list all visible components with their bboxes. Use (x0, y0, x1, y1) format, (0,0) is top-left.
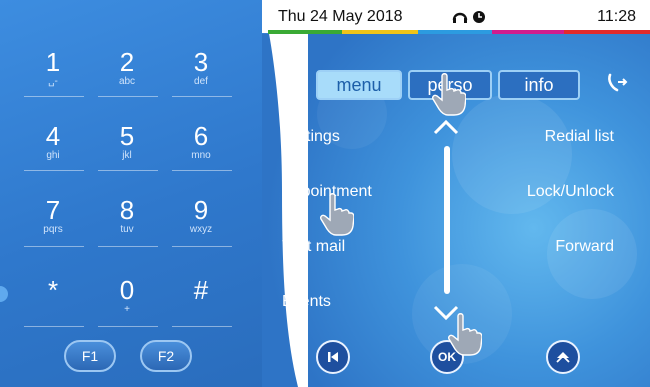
key-hash[interactable]: # (166, 276, 236, 326)
key-letters: def (194, 76, 208, 87)
side-indicator (0, 286, 8, 302)
home-button[interactable] (546, 340, 580, 374)
menu-item-lock-unlock[interactable]: Lock/Unlock (527, 183, 614, 201)
key-number: 9 (193, 195, 209, 225)
key-number: # (193, 275, 209, 305)
scroll-up-icon[interactable] (432, 118, 460, 136)
key-number: 2 (119, 47, 135, 77)
key-divider (24, 170, 84, 171)
status-color-segment (268, 30, 342, 34)
key-divider (172, 170, 232, 171)
skip-back-icon (328, 352, 338, 362)
touch-hand-icon (320, 193, 354, 236)
key-divider (98, 96, 158, 97)
f1-button[interactable]: F1 (64, 340, 116, 372)
key-divider (24, 326, 84, 327)
key-6[interactable]: 6 mno (166, 122, 236, 172)
back-button[interactable] (316, 340, 350, 374)
key-number: 4 (45, 121, 61, 151)
key-letters: + (124, 304, 130, 315)
key-number: 5 (119, 121, 135, 151)
status-color-segment (342, 30, 418, 34)
home-up-icon (556, 352, 570, 363)
key-2[interactable]: 2 abc (92, 48, 162, 98)
dial-keypad: 1 ␣- 2 abc 3 def 4 ghi 5 jkl 6 mno 7 pqr… (0, 0, 262, 387)
key-0[interactable]: 0 + (92, 276, 162, 326)
key-letters: ghi (46, 150, 60, 161)
key-9[interactable]: 9 wxyz (166, 196, 236, 246)
key-number: 0 (119, 275, 135, 305)
key-divider (172, 246, 232, 247)
key-8[interactable]: 8 tuv (92, 196, 162, 246)
key-number: 6 (193, 121, 209, 151)
key-letters: pqrs (43, 224, 63, 235)
key-number: 3 (193, 47, 209, 77)
status-color-segment (492, 30, 564, 34)
phone-screen: 1 ␣- 2 abc 3 def 4 ghi 5 jkl 6 mno 7 pqr… (0, 0, 650, 387)
touch-hand-icon (448, 313, 482, 356)
menu-item-text-mail[interactable]: Text mail (282, 238, 345, 256)
call-transfer-icon[interactable] (606, 72, 628, 94)
key-letters: wxyz (189, 224, 213, 235)
key-letters: jkl (122, 150, 132, 161)
touch-hand-icon (432, 73, 466, 116)
f2-button[interactable]: F2 (140, 340, 192, 372)
key-letters: ␣- (48, 76, 58, 87)
status-date: Thu 24 May 2018 (278, 8, 403, 25)
status-color-segment (564, 30, 650, 34)
key-5[interactable]: 5 jkl (92, 122, 162, 172)
status-icons (452, 8, 488, 29)
key-divider (24, 96, 84, 97)
key-letters: tuv (120, 224, 134, 235)
menu-item-settings[interactable]: Settings (282, 128, 340, 146)
key-divider (98, 326, 158, 327)
key-4[interactable]: 4 ghi (18, 122, 88, 172)
status-time: 11:28 (597, 8, 636, 25)
key-1[interactable]: 1 ␣- (18, 48, 88, 98)
status-color-segment (418, 30, 492, 34)
key-divider (24, 246, 84, 247)
key-number: 8 (119, 195, 135, 225)
menu-item-forward[interactable]: Forward (555, 238, 614, 256)
key-star[interactable]: * (18, 276, 88, 326)
headset-icon (452, 11, 485, 23)
tab-info[interactable]: info (498, 70, 580, 100)
menu-item-events[interactable]: Events (282, 293, 331, 311)
key-number: * (47, 275, 59, 305)
key-divider (172, 96, 232, 97)
key-divider (172, 326, 232, 327)
key-letters: abc (118, 76, 136, 87)
key-number: 7 (45, 195, 61, 225)
key-7[interactable]: 7 pqrs (18, 196, 88, 246)
menu-item-redial-list[interactable]: Redial list (545, 128, 614, 146)
tab-menu[interactable]: menu (316, 70, 402, 100)
key-divider (98, 170, 158, 171)
menu-scrollbar[interactable] (444, 146, 450, 294)
status-bar: Thu 24 May 2018 11:28 (262, 0, 650, 33)
key-3[interactable]: 3 def (166, 48, 236, 98)
key-divider (98, 246, 158, 247)
key-number: 1 (45, 47, 61, 77)
key-letters: mno (191, 150, 211, 161)
